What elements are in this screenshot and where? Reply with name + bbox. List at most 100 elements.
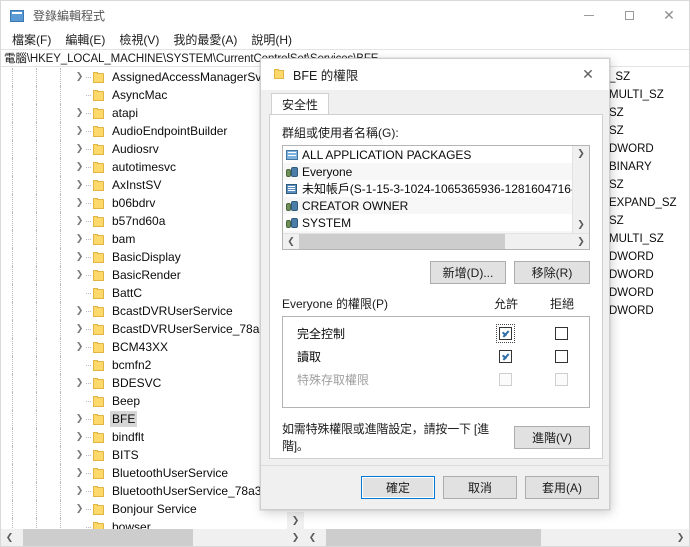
tree-item[interactable]: · bowser [1, 518, 304, 529]
add-button[interactable]: 新增(D)... [430, 261, 506, 284]
chevron-right-icon[interactable]: ❯ [73, 176, 86, 194]
chevron-right-icon[interactable]: ❯ [73, 212, 86, 230]
tree-item[interactable]: ❯ AxInstSV [1, 176, 304, 194]
tree-item[interactable]: ❯ BCM43XX [1, 338, 304, 356]
chevron-right-icon[interactable]: ❯ [73, 446, 86, 464]
chevron-right-icon[interactable]: ❯ [73, 248, 86, 266]
chevron-right-icon[interactable]: ❯ [73, 464, 86, 482]
close-button[interactable]: ✕ [649, 1, 689, 30]
tree-item[interactable]: ❯ bindflt [1, 428, 304, 446]
group-list-hscroll-track[interactable] [299, 234, 573, 249]
values-horizontal-scrollbar[interactable]: ❮ ❯ [304, 529, 689, 546]
group-list-item[interactable]: 未知帳戶(S-1-15-3-1024-1065365936-1281604716… [283, 180, 572, 197]
menu-help[interactable]: 說明(H) [244, 30, 299, 49]
tab-security[interactable]: 安全性 [271, 93, 330, 115]
value-row[interactable]: MULTI_SZ [605, 86, 689, 104]
chevron-right-icon[interactable]: ❯ [73, 500, 86, 518]
tree-item[interactable]: ❯ BasicRender [1, 266, 304, 284]
tree-hscroll-thumb[interactable] [23, 529, 193, 546]
tree-item[interactable]: ❯ BcastDVRUserService [1, 302, 304, 320]
chevron-right-icon[interactable]: ❯ [73, 266, 86, 284]
tree-item[interactable]: ❯ BasicDisplay [1, 248, 304, 266]
permission-row[interactable]: 完全控制 [283, 322, 589, 345]
permission-row[interactable]: 讀取 [283, 345, 589, 368]
value-row[interactable]: EXPAND_SZ [605, 194, 689, 212]
advanced-button[interactable]: 進階(V) [514, 425, 590, 449]
maximize-button[interactable] [609, 1, 649, 30]
group-list-horizontal-scrollbar[interactable]: ❮ ❯ [283, 233, 589, 249]
tree-item[interactable]: ❯ b57nd60a [1, 212, 304, 230]
registry-tree[interactable]: ❯ AssignedAccessManagerSvc · AsyncMac ❯ atapi… [1, 68, 304, 529]
tree-item[interactable]: · bcmfn2 [1, 356, 304, 374]
value-row[interactable]: SZ [605, 122, 689, 140]
chevron-right-icon[interactable]: ❯ [73, 302, 86, 320]
tree-item[interactable]: ❯ BluetoothUserService_78a3b [1, 482, 304, 500]
menu-favorites[interactable]: 我的最愛(A) [166, 30, 244, 49]
tree-item[interactable]: ❯ BcastDVRUserService_78a3b [1, 320, 304, 338]
permission-checkbox[interactable] [498, 350, 512, 363]
deny-cell[interactable] [533, 327, 589, 340]
value-row[interactable]: DWORD [605, 248, 689, 266]
chevron-right-icon[interactable]: ❯ [73, 410, 86, 428]
group-list-hscroll-right-arrow[interactable]: ❯ [573, 234, 589, 249]
ok-button[interactable]: 確定 [361, 476, 435, 499]
values-hscroll-track[interactable] [321, 529, 672, 546]
allow-cell[interactable] [477, 324, 533, 343]
group-list-hscroll-left-arrow[interactable]: ❮ [283, 234, 299, 249]
tree-item[interactable]: ❯ b06bdrv [1, 194, 304, 212]
value-row[interactable]: DWORD [605, 284, 689, 302]
value-row[interactable]: _SZ [605, 68, 689, 86]
group-list-item[interactable]: ALL APPLICATION PACKAGES [283, 146, 572, 163]
tree-item[interactable]: ❯ BFE [1, 410, 304, 428]
values-hscroll-thumb[interactable] [326, 529, 541, 546]
chevron-right-icon[interactable]: ❯ [73, 158, 86, 176]
deny-cell[interactable] [533, 373, 589, 386]
chevron-right-icon[interactable]: ❯ [73, 482, 86, 500]
tree-item[interactable]: ❯ Audiosrv [1, 140, 304, 158]
chevron-right-icon[interactable]: ❯ [73, 122, 86, 140]
tree-item[interactable]: ❯ BluetoothUserService [1, 464, 304, 482]
permission-checkbox[interactable] [498, 327, 512, 340]
dialog-close-button[interactable]: ✕ [567, 59, 609, 90]
tree-item[interactable]: · AsyncMac [1, 86, 304, 104]
tree-hscroll-right-arrow[interactable]: ❯ [287, 529, 304, 546]
group-list-item[interactable]: SYSTEM [283, 214, 572, 231]
tree-item[interactable]: ❯ BDESVC [1, 374, 304, 392]
value-row[interactable]: SZ [605, 176, 689, 194]
tree-item[interactable]: ❯ Bonjour Service [1, 500, 304, 518]
chevron-right-icon[interactable]: ❯ [73, 104, 86, 122]
tree-item[interactable]: · Beep [1, 392, 304, 410]
remove-button[interactable]: 移除(R) [514, 261, 590, 284]
menu-edit[interactable]: 編輯(E) [58, 30, 112, 49]
cancel-button[interactable]: 取消 [443, 476, 517, 499]
group-list-scroll-down-arrow[interactable]: ❯ [573, 217, 589, 233]
tree-horizontal-scrollbar[interactable]: ❮ ❯ [1, 529, 304, 546]
tree-item[interactable]: ❯ autotimesvc [1, 158, 304, 176]
tree-item[interactable]: ❯ AudioEndpointBuilder [1, 122, 304, 140]
chevron-right-icon[interactable]: ❯ [73, 194, 86, 212]
permission-checkbox[interactable] [554, 327, 568, 340]
value-row[interactable]: DWORD [605, 266, 689, 284]
group-user-items[interactable]: ALL APPLICATION PACKAGES Everyone 未知帳戶(S-1… [283, 146, 572, 233]
chevron-right-icon[interactable]: ❯ [73, 320, 86, 338]
value-row[interactable]: SZ [605, 104, 689, 122]
permission-checkbox[interactable] [554, 350, 568, 363]
values-hscroll-left-arrow[interactable]: ❮ [304, 529, 321, 546]
tree-item[interactable]: ❯ atapi [1, 104, 304, 122]
chevron-right-icon[interactable]: ❯ [73, 338, 86, 356]
permission-row[interactable]: 特殊存取權限 [283, 368, 589, 391]
value-row[interactable]: DWORD [605, 140, 689, 158]
tree-scroll-down-button[interactable]: ❯ [287, 512, 304, 529]
menu-file[interactable]: 檔案(F) [5, 30, 58, 49]
group-user-listbox[interactable]: ALL APPLICATION PACKAGES Everyone 未知帳戶(S-1… [282, 145, 590, 250]
group-list-item[interactable]: CREATOR OWNER [283, 197, 572, 214]
apply-button[interactable]: 套用(A) [525, 476, 599, 499]
permissions-table[interactable]: 完全控制 讀取 特殊存取權限 [282, 316, 590, 408]
group-list-scroll-up-arrow[interactable]: ❯ [573, 146, 589, 162]
value-row[interactable]: BINARY [605, 158, 689, 176]
value-row[interactable]: MULTI_SZ [605, 230, 689, 248]
value-row[interactable]: DWORD [605, 302, 689, 320]
tree-item[interactable]: ❯ AssignedAccessManagerSvc [1, 68, 304, 86]
minimize-button[interactable] [569, 1, 609, 30]
tree-hscroll-track[interactable] [18, 529, 287, 546]
